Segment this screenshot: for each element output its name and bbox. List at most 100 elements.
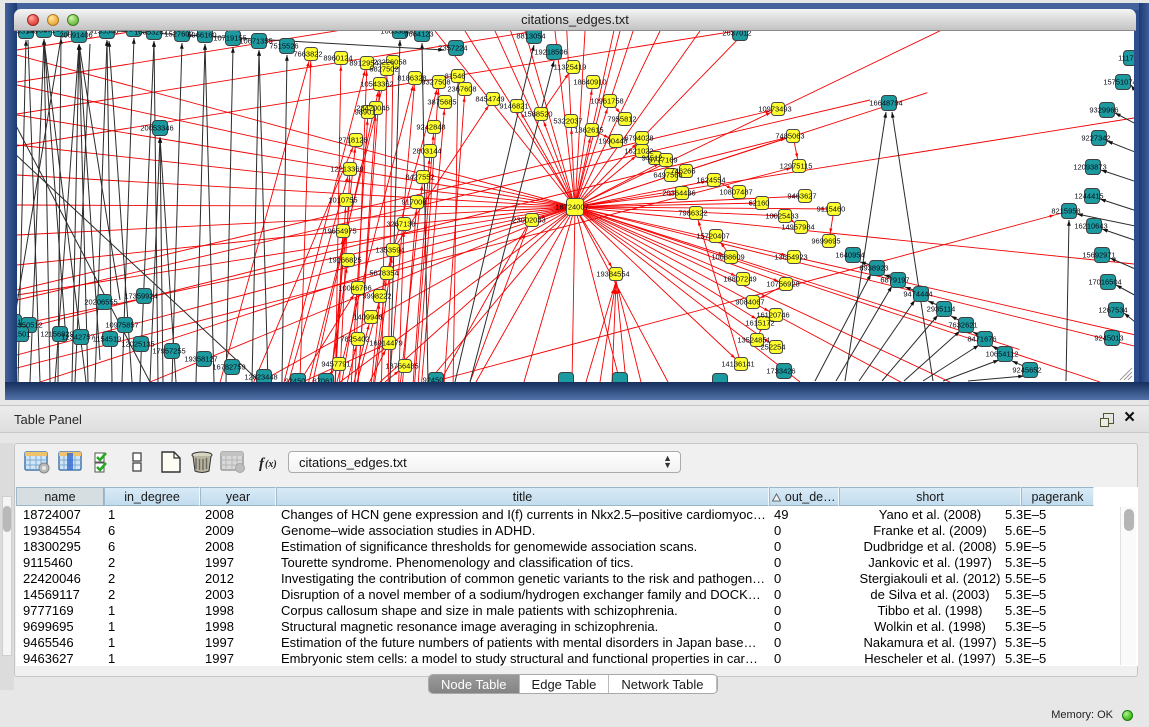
svg-text:10654112: 10654112 — [986, 350, 1019, 359]
svg-text:7955812: 7955812 — [607, 115, 636, 124]
svg-text:9245013: 9245013 — [1094, 334, 1123, 343]
svg-text:14136141: 14136141 — [721, 360, 754, 369]
svg-text:391501: 391501 — [17, 330, 31, 339]
svg-text:7485063: 7485063 — [775, 132, 804, 141]
svg-text:16914479: 16914479 — [369, 339, 402, 348]
svg-text:(x): (x) — [265, 459, 277, 470]
svg-text:62160: 62160 — [749, 199, 770, 208]
svg-text:9084067: 9084067 — [735, 298, 764, 307]
svg-text:18640910: 18640910 — [573, 78, 606, 87]
svg-text:10688609: 10688609 — [711, 253, 744, 262]
svg-text:20053346: 20053346 — [140, 124, 173, 133]
svg-text:15751074: 15751074 — [1103, 78, 1134, 87]
svg-text:81546: 81546 — [445, 72, 466, 81]
svg-text:9329966: 9329966 — [1089, 106, 1118, 115]
svg-text:92450: 92450 — [423, 376, 444, 383]
svg-text:1588520: 1588520 — [523, 110, 552, 119]
svg-text:18807249: 18807249 — [723, 275, 756, 284]
svg-text:5678354: 5678354 — [369, 269, 398, 278]
svg-text:9474444: 9474444 — [903, 290, 932, 299]
svg-text:1615172: 1615172 — [745, 319, 774, 328]
svg-text:2803144: 2803144 — [412, 147, 441, 156]
svg-text:18724007: 18724007 — [555, 203, 588, 212]
svg-text:6966160: 6966160 — [187, 31, 216, 40]
svg-text:7986322: 7986322 — [678, 209, 707, 218]
svg-text:9664123: 9664123 — [404, 31, 433, 39]
svg-text:1990448: 1990448 — [598, 137, 627, 146]
svg-text:19218506: 19218506 — [534, 48, 567, 57]
svg-text:1010755: 1010755 — [328, 196, 357, 205]
svg-text:9242848: 9242848 — [416, 123, 445, 132]
svg-text:15720407: 15720407 — [696, 232, 729, 241]
svg-text:8813054: 8813054 — [516, 32, 545, 41]
svg-text:12975115: 12975115 — [780, 162, 813, 171]
svg-text:19166825: 19166825 — [328, 256, 361, 265]
svg-text:12823448: 12823448 — [244, 373, 277, 382]
svg-text:16210643: 16210643 — [1074, 222, 1107, 231]
svg-text:7825402: 7825402 — [340, 335, 369, 344]
svg-text:11178: 11178 — [1118, 54, 1134, 63]
svg-text:3875685: 3875685 — [427, 98, 456, 107]
svg-text:9245652: 9245652 — [1012, 366, 1041, 375]
svg-text:1409948: 1409948 — [353, 313, 382, 322]
svg-text:10756928: 10756928 — [766, 280, 799, 289]
svg-text:12093873: 12093873 — [1073, 163, 1106, 172]
svg-text:20206555: 20206555 — [84, 298, 117, 307]
svg-text:19384554: 19384554 — [596, 270, 629, 279]
svg-text:14957984: 14957984 — [781, 223, 814, 232]
svg-text:1267534: 1267534 — [1098, 306, 1127, 315]
svg-text:5322037: 5322037 — [553, 117, 582, 126]
svg-text:10671355: 10671355 — [239, 37, 272, 46]
svg-text:20364436: 20364436 — [662, 189, 695, 198]
svg-text:9227342: 9227342 — [1081, 134, 1110, 143]
svg-text:3267130: 3267130 — [386, 220, 415, 229]
svg-text:12342757: 12342757 — [61, 333, 94, 342]
svg-text:10973493: 10973493 — [758, 105, 791, 114]
svg-text:23002033: 23002033 — [512, 216, 545, 225]
svg-text:9777169: 9777169 — [648, 156, 677, 165]
svg-text:9699695: 9699695 — [811, 237, 840, 246]
svg-text:51001: 51001 — [17, 318, 21, 327]
svg-text:10807487: 10807487 — [719, 188, 752, 197]
svg-text:15692971: 15692971 — [1082, 251, 1115, 260]
svg-text:10961758: 10961758 — [590, 97, 623, 106]
svg-text:8938923: 8938923 — [859, 264, 888, 273]
svg-text:1733426: 1733426 — [766, 367, 795, 376]
svg-text:1154519: 1154519 — [93, 335, 122, 344]
svg-text:10975857: 10975857 — [105, 321, 138, 330]
svg-text:9115460: 9115460 — [817, 205, 846, 214]
svg-text:8471676: 8471676 — [967, 335, 996, 344]
svg-text:1362615: 1362615 — [574, 126, 603, 135]
svg-text:92450: 92450 — [285, 377, 306, 383]
svg-text:8960124: 8960124 — [323, 54, 352, 63]
svg-text:10853267: 10853267 — [134, 31, 167, 37]
svg-text:13756485: 13756485 — [385, 362, 418, 371]
svg-text:98901: 98901 — [355, 108, 376, 117]
svg-text:6794028: 6794028 — [624, 134, 653, 143]
svg-text:9135546: 9135546 — [89, 31, 118, 36]
svg-text:9463627: 9463627 — [787, 192, 816, 201]
svg-text:16648794: 16648794 — [869, 99, 902, 108]
svg-text:20691406: 20691406 — [59, 31, 92, 40]
svg-text:8427552: 8427552 — [405, 173, 434, 182]
svg-text:2935114: 2935114 — [927, 305, 956, 314]
svg-text:8215958: 8215958 — [1051, 207, 1080, 216]
svg-text:1244415: 1244415 — [1074, 192, 1103, 201]
svg-text:10543362: 10543362 — [360, 80, 393, 89]
svg-text:17957255: 17957255 — [152, 347, 185, 356]
svg-text:7632621: 7632621 — [948, 321, 977, 330]
svg-text:917006: 917006 — [401, 198, 426, 207]
svg-text:87061: 87061 — [313, 377, 334, 383]
svg-text:19654975: 19654975 — [323, 227, 356, 236]
svg-text:1353594: 1353594 — [375, 246, 404, 255]
svg-text:11325419: 11325419 — [554, 63, 587, 72]
svg-text:1624554: 1624554 — [696, 176, 725, 185]
svg-text:17016504: 17016504 — [1088, 278, 1121, 287]
svg-text:5827502: 5827502 — [369, 65, 398, 74]
svg-text:12213369: 12213369 — [330, 165, 363, 174]
svg-text:12025135: 12025135 — [121, 340, 154, 349]
svg-text:13654923: 13654923 — [774, 253, 807, 262]
svg-text:1640954: 1640954 — [835, 251, 864, 260]
svg-text:2718126: 2718126 — [338, 136, 367, 145]
svg-text:6497568: 6497568 — [653, 171, 682, 180]
